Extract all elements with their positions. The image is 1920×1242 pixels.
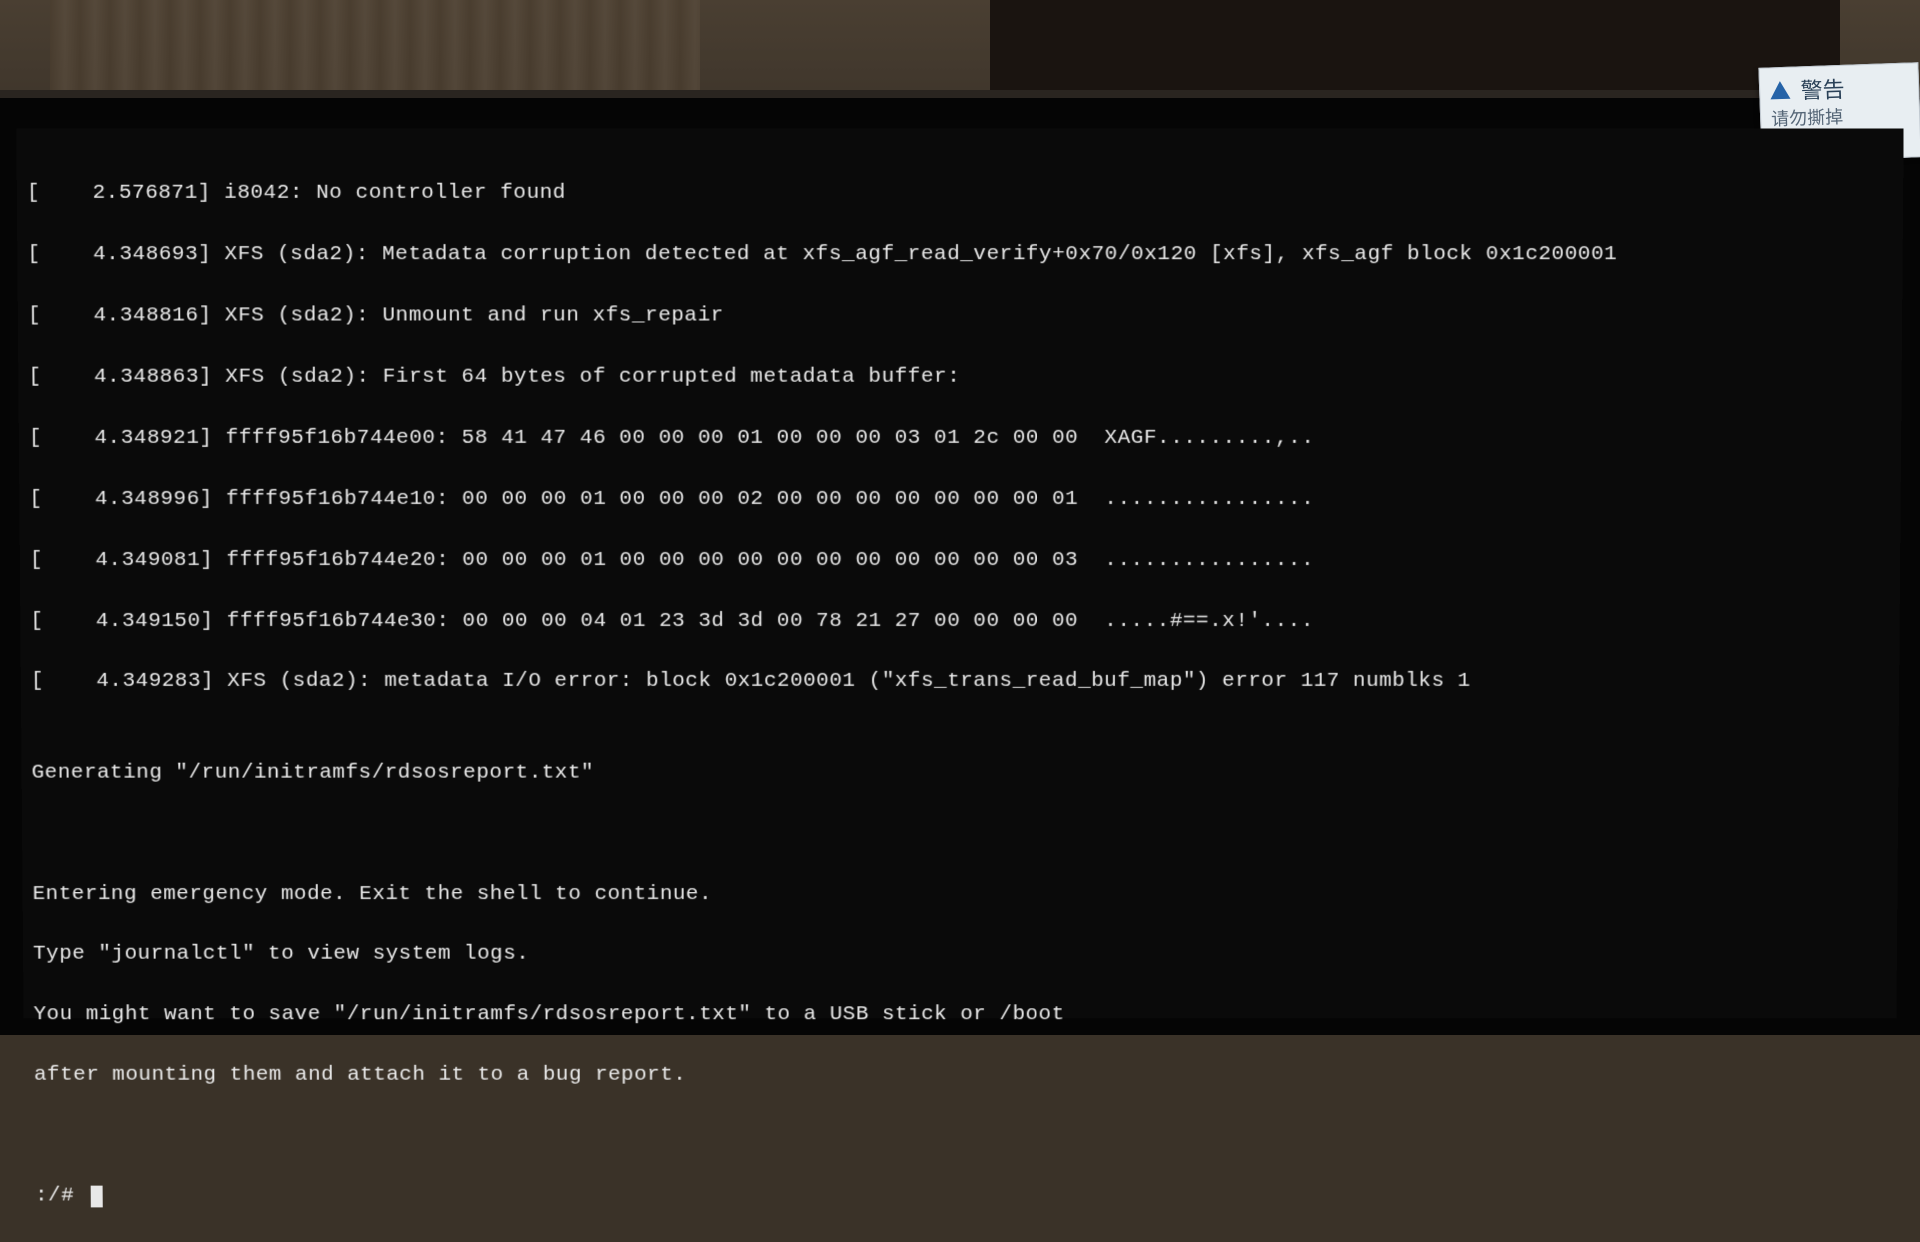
save-report-line2: after mounting them and attach it to a b…	[34, 1061, 1886, 1091]
journalctl-hint-line: Type "journalctl" to view system logs.	[33, 940, 1887, 970]
emergency-mode-line: Entering emergency mode. Exit the shell …	[32, 880, 1887, 910]
cursor-block	[91, 1186, 103, 1208]
terminal-screen[interactable]: [ 2.576871] i8042: No controller found […	[16, 128, 1903, 1018]
kernel-log-line: [ 4.348816] XFS (sda2): Unmount and run …	[28, 302, 1892, 333]
kernel-log-line: [ 4.348921] ffff95f16b744e00: 58 41 47 4…	[29, 424, 1891, 455]
save-report-line: You might want to save "/run/initramfs/r…	[33, 1001, 1886, 1031]
sticker-title: 警告	[1800, 72, 1845, 106]
kernel-log-line: [ 4.349081] ffff95f16b744e20: 00 00 00 0…	[30, 546, 1890, 576]
kernel-log-line: [ 4.348693] XFS (sda2): Metadata corrupt…	[27, 240, 1892, 271]
warning-triangle-icon	[1770, 81, 1791, 100]
kernel-log-line: [ 4.349283] XFS (sda2): metadata I/O err…	[31, 667, 1890, 697]
kernel-log-line: [ 4.348996] ffff95f16b744e10: 00 00 00 0…	[29, 485, 1890, 515]
kernel-log-line: [ 4.349150] ffff95f16b744e30: 00 00 00 0…	[30, 607, 1889, 637]
kernel-log-line: [ 2.576871] i8042: No controller found	[27, 179, 1893, 210]
shell-prompt: :/#	[35, 1182, 87, 1212]
kernel-log-line: [ 4.348863] XFS (sda2): First 64 bytes o…	[28, 363, 1891, 394]
generating-report-line: Generating "/run/initramfs/rdsosreport.t…	[31, 758, 1888, 788]
shell-prompt-line[interactable]: :/#	[35, 1182, 1885, 1212]
